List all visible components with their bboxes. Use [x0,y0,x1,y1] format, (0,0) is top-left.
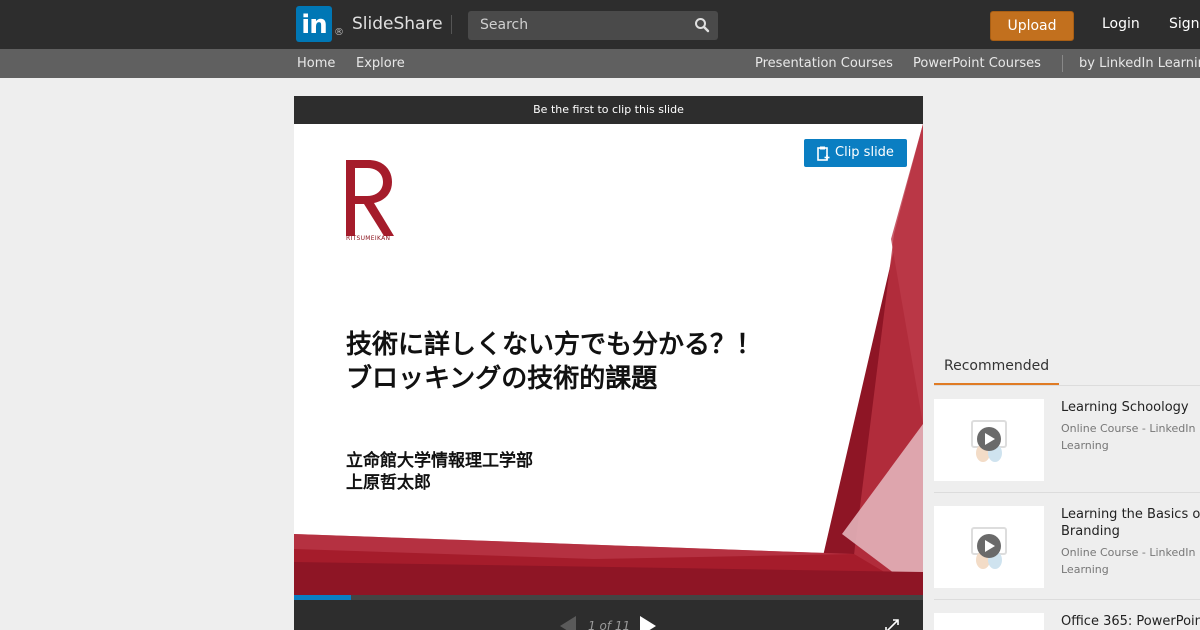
header-divider [451,15,452,34]
course-title[interactable]: Learning Schoology [1061,399,1200,416]
clip-slide-label: Clip slide [835,145,894,160]
list-item[interactable]: Learning the Basics of Branding Online C… [934,506,1200,600]
tab-recommended[interactable]: Recommended [934,350,1059,386]
course-meta: Learning [1061,563,1109,576]
list-item[interactable]: Office 365: PowerPoint [934,613,1200,630]
nav-home[interactable]: Home [297,56,335,71]
previous-slide-icon[interactable] [560,616,576,630]
slide-author: 上原哲太郎 [346,473,431,493]
registered-mark: ® [334,27,344,38]
course-meta: Online Course - LinkedIn [1061,546,1196,559]
sub-nav: Home Explore Presentation Courses PowerP… [0,49,1200,78]
slide-view[interactable]: Clip slide RITSUMEIKAN 技術に詳しくない方でも分かる？！ … [294,124,923,595]
top-bar: in ® SlideShare Search Upload Login Sign… [0,0,1200,49]
slideshare-logo-text[interactable]: SlideShare [352,14,443,34]
tab-recommended-label: Recommended [944,358,1050,374]
signup-link[interactable]: Signup [1169,16,1200,32]
nav-explore[interactable]: Explore [356,56,405,71]
course-title-line2[interactable]: Branding [1061,523,1200,540]
slide-title-line1: 技術に詳しくない方でも分かる？！ [346,330,763,360]
search-placeholder: Search [480,17,529,33]
slide-player: Be the first to clip this slide Clip sli… [294,96,923,630]
nav-powerpoint-courses[interactable]: PowerPoint Courses [913,56,1041,71]
clip-banner[interactable]: Be the first to clip this slide [294,96,923,124]
clip-slide-button[interactable]: Clip slide [804,139,907,167]
divider [934,599,1200,600]
fullscreen-icon[interactable] [884,618,900,630]
slide-title-line2: ブロッキングの技術的課題 [346,364,658,394]
page-indicator: 1 of 11 [588,619,631,630]
ritsumeikan-logo [346,160,394,236]
course-meta: Online Course - LinkedIn [1061,422,1196,435]
player-controls: 1 of 11 [294,600,923,630]
search-icon[interactable] [694,17,710,33]
list-item[interactable]: Learning Schoology Online Course - Linke… [934,399,1200,493]
nav-linkedin-learning[interactable]: by LinkedIn Learning [1079,56,1200,71]
ritsumeikan-caption: RITSUMEIKAN [346,235,391,242]
course-thumbnail[interactable] [934,613,1044,630]
nav-presentation-courses[interactable]: Presentation Courses [755,56,893,71]
clipboard-icon [817,146,830,161]
course-thumbnail[interactable] [934,506,1044,588]
course-thumbnail[interactable] [934,399,1044,481]
upload-button[interactable]: Upload [990,11,1074,41]
tab-underline [934,385,1200,386]
next-slide-icon[interactable] [640,616,656,630]
linkedin-logo[interactable]: in [296,6,332,42]
course-meta: Learning [1061,439,1109,452]
search-input[interactable]: Search [468,11,718,40]
login-link[interactable]: Login [1102,16,1140,32]
divider [934,492,1200,493]
subnav-divider [1062,55,1063,72]
play-icon [971,527,1007,569]
course-title[interactable]: Learning the Basics of [1061,506,1200,523]
play-icon [971,420,1007,462]
course-title[interactable]: Office 365: PowerPoint [1061,613,1200,630]
